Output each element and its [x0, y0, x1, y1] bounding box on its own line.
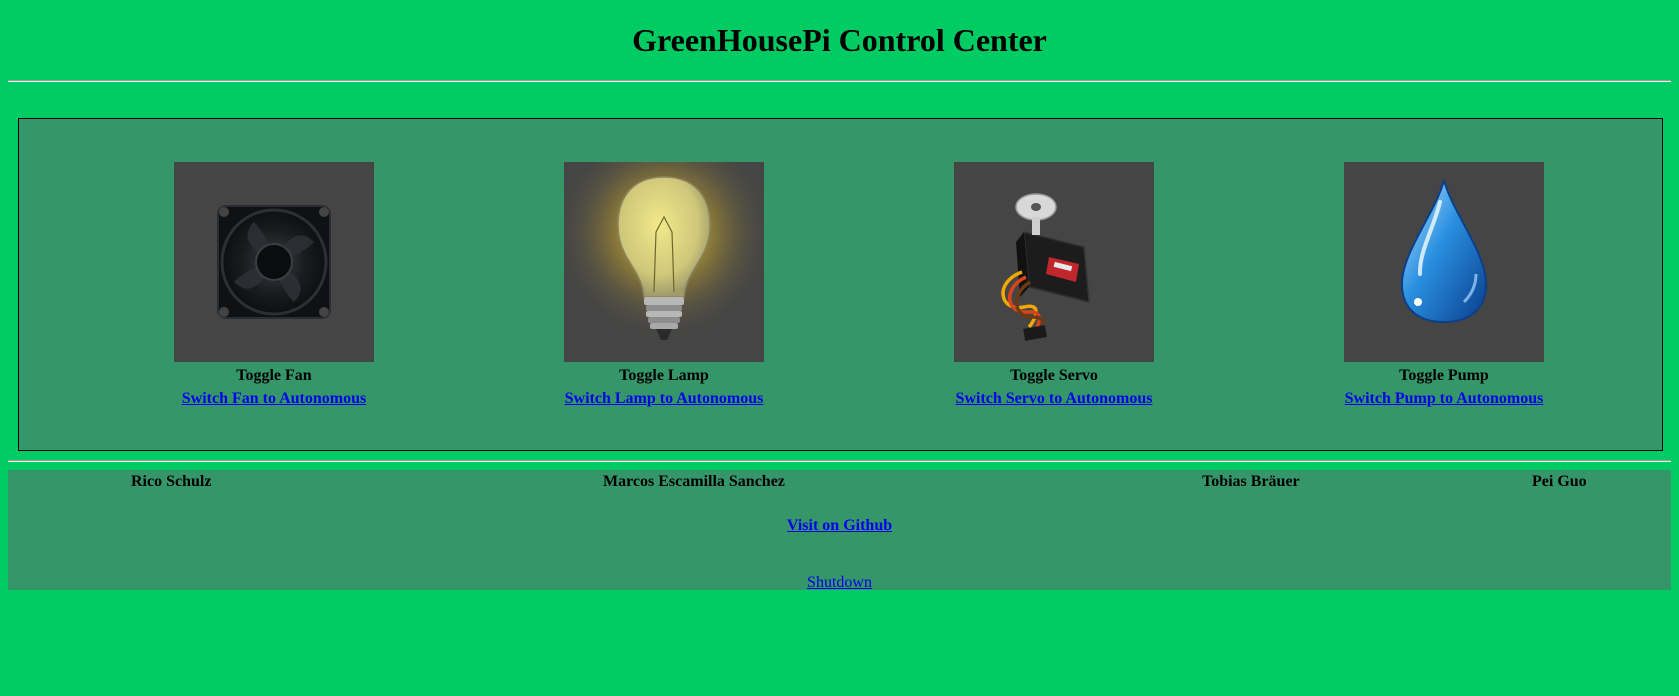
- switch-fan-autonomous-link[interactable]: Switch Fan to Autonomous: [182, 390, 366, 408]
- device-servo: Toggle Servo Switch Servo to Autonomous: [924, 162, 1184, 408]
- author-name: Pei Guo: [1532, 473, 1587, 490]
- github-link[interactable]: Visit on Github: [787, 517, 892, 534]
- pump-image[interactable]: [1344, 162, 1544, 362]
- device-pump: Toggle Pump Switch Pump to Autonomous: [1314, 162, 1574, 408]
- author-name: Rico Schulz: [131, 473, 212, 490]
- top-divider: [8, 80, 1671, 82]
- footer: Rico Schulz Marcos Escamilla Sanchez Tob…: [8, 470, 1671, 592]
- toggle-servo-label: Toggle Servo: [1010, 367, 1098, 384]
- device-lamp: Toggle Lamp Switch Lamp to Autonomous: [534, 162, 794, 408]
- device-panel: Toggle Fan Switch Fan to Autonomous Togg…: [18, 118, 1663, 451]
- author-name: Marcos Escamilla Sanchez: [603, 473, 785, 490]
- water-drop-icon: [1400, 179, 1488, 324]
- bottom-divider: [8, 460, 1671, 462]
- switch-pump-autonomous-link[interactable]: Switch Pump to Autonomous: [1345, 390, 1544, 408]
- lamp-image[interactable]: [564, 162, 764, 362]
- fan-icon: [217, 205, 331, 319]
- github-row: Visit on Github: [8, 517, 1671, 535]
- switch-servo-autonomous-link[interactable]: Switch Servo to Autonomous: [956, 390, 1153, 408]
- lamp-icon: [564, 162, 764, 362]
- servo-image[interactable]: [954, 162, 1154, 362]
- toggle-pump-label: Toggle Pump: [1399, 367, 1489, 384]
- fan-image[interactable]: [174, 162, 374, 362]
- toggle-lamp-label: Toggle Lamp: [619, 367, 709, 384]
- servo-icon: [1001, 193, 1090, 341]
- switch-lamp-autonomous-link[interactable]: Switch Lamp to Autonomous: [565, 390, 764, 408]
- shutdown-row: Shutdown: [8, 574, 1671, 592]
- author-name: Tobias Bräuer: [1202, 473, 1300, 490]
- device-fan: Toggle Fan Switch Fan to Autonomous: [144, 162, 404, 408]
- shutdown-link[interactable]: Shutdown: [807, 574, 872, 591]
- page-title: GreenHousePi Control Center: [632, 22, 1047, 58]
- toggle-fan-label: Toggle Fan: [236, 367, 312, 384]
